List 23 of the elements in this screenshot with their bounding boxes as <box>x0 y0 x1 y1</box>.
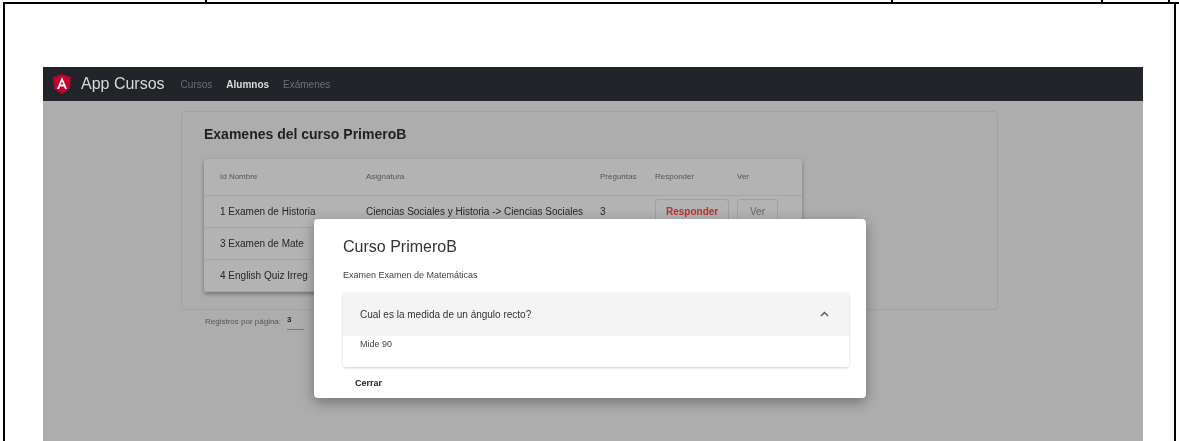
page-size-select[interactable]: 3 <box>287 314 304 330</box>
nav-link[interactable]: Alumnos <box>224 76 272 92</box>
table-cell-text: 3 <box>600 205 606 219</box>
card-title: Examenes del curso PrimeroB <box>204 125 408 144</box>
brand-title[interactable]: App Cursos <box>81 72 165 96</box>
page-size-label: Registros por página: <box>205 316 282 328</box>
dialog-subtitle: Examen Examen de Matemáticas <box>343 269 479 282</box>
question-text: Cual es la medida de un ángulo recto? <box>360 307 532 322</box>
column-header: Preguntas <box>600 171 637 183</box>
answer-text: Mide 90 <box>359 337 394 351</box>
column-header: Id Nombre <box>220 171 258 183</box>
question-panel-header[interactable]: Cual es la medida de un ángulo recto? <box>343 292 849 336</box>
table-cell-text: 3 Examen de Mate <box>220 237 304 251</box>
close-button[interactable]: Cerrar <box>343 367 395 391</box>
table-cell-text: 1 Examen de Historia <box>220 205 316 219</box>
column-header: Ver <box>737 171 749 183</box>
dialog-title: Curso PrimeroB <box>343 237 458 257</box>
chevron-up-icon <box>820 311 829 317</box>
column-header: Asignatura <box>366 171 405 183</box>
shield-logo-icon <box>53 74 71 94</box>
table-cell-text: 4 English Quiz Irreg <box>220 269 308 283</box>
table-cell-text: Ciencias Sociales y Historia -> Ciencias Sociales <box>366 205 584 219</box>
column-header: Responder <box>655 171 695 183</box>
